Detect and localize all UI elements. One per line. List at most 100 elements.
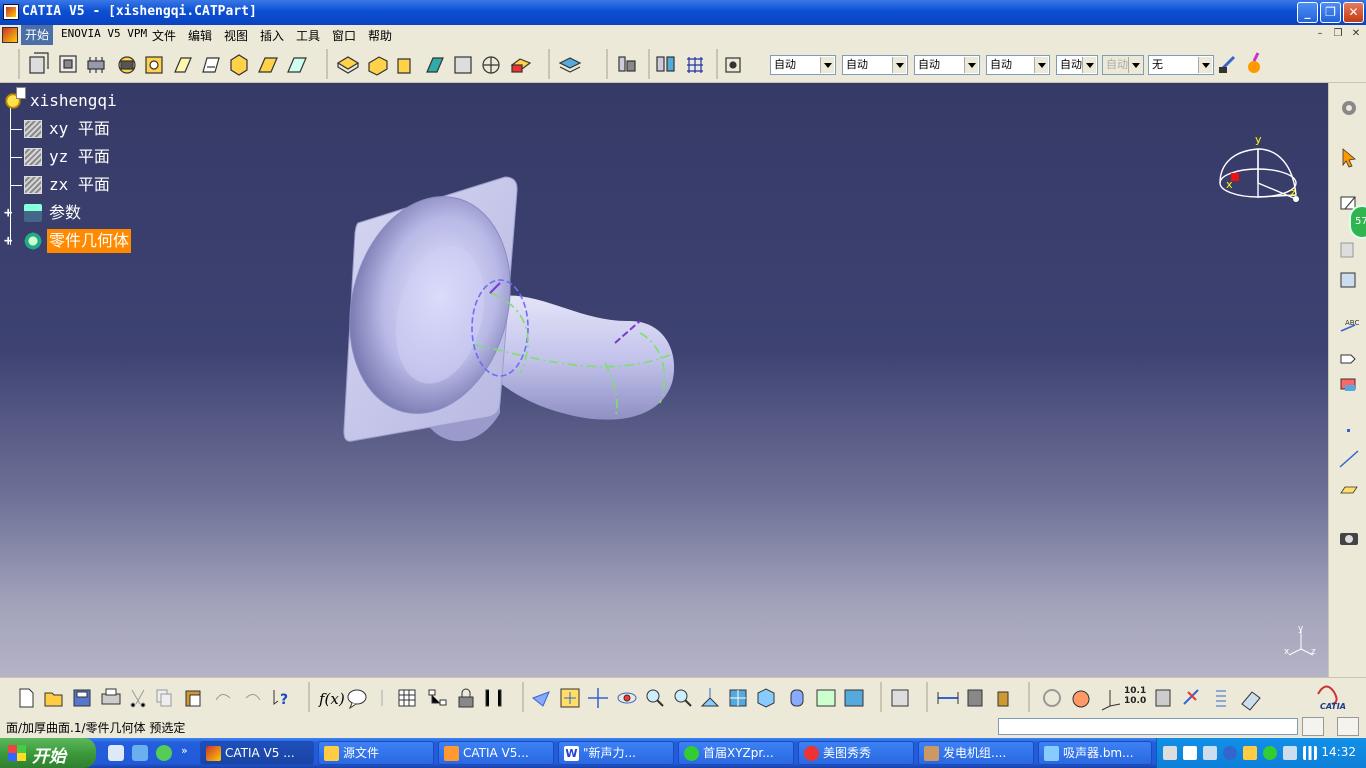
menu-enovia[interactable]: ENOVIA V5 VPM [61, 27, 147, 40]
mdi-minimize-button[interactable]: – [1313, 28, 1327, 41]
task-meitu[interactable]: 美图秀秀 [798, 741, 914, 765]
measure-icon[interactable] [1340, 378, 1356, 391]
layout-icon[interactable] [1155, 689, 1171, 707]
minimize-button[interactable]: _ [1297, 2, 1318, 23]
grid-icon[interactable] [687, 57, 703, 73]
task-word[interactable]: W "新声力... [558, 741, 674, 765]
catalog-icon[interactable] [891, 689, 909, 707]
eraser-icon[interactable] [1241, 691, 1261, 711]
shell-icon[interactable] [426, 57, 444, 73]
menu-file[interactable]: 文件 [152, 27, 176, 44]
mdi-close-button[interactable]: ✕ [1349, 28, 1363, 41]
cut-icon[interactable] [130, 689, 146, 708]
cancel-command-button[interactable] [1337, 717, 1359, 736]
pocket-icon[interactable] [59, 55, 77, 73]
plane-icon[interactable] [1340, 486, 1358, 494]
shading-icon[interactable] [790, 689, 804, 707]
task-catia-1[interactable]: CATIA V5 ... [200, 741, 314, 765]
axis-system-icon[interactable] [1340, 242, 1354, 258]
horn-flange[interactable] [328, 176, 533, 442]
fit-all-icon[interactable] [725, 57, 741, 73]
stop-command-button[interactable] [1302, 717, 1324, 736]
flag-note-icon[interactable] [1340, 354, 1356, 364]
line-type-select[interactable]: 自动 [986, 55, 1050, 75]
help-icon[interactable] [1183, 746, 1197, 760]
chevron-right-icon[interactable]: » [181, 744, 188, 757]
side-badge[interactable]: 57 [1349, 205, 1366, 239]
rib-icon[interactable] [174, 57, 192, 73]
remove-multi-section-icon[interactable] [287, 57, 307, 73]
catia-app-icon[interactable] [3, 4, 19, 20]
layer-select[interactable]: 无 [1148, 55, 1214, 75]
redo-icon[interactable] [245, 694, 261, 701]
hierarchy-icon[interactable] [428, 689, 447, 706]
menu-insert[interactable]: 插入 [260, 27, 284, 44]
stiffener-icon[interactable] [230, 54, 248, 76]
measure-between-icon[interactable] [937, 692, 959, 704]
analysis-icon[interactable] [618, 56, 636, 72]
keyboard-icon[interactable] [1163, 746, 1177, 760]
remove-face-icon[interactable] [510, 58, 532, 73]
iso-view-icon[interactable] [757, 688, 775, 708]
part-design-icon[interactable] [1340, 272, 1356, 288]
snap-icon[interactable] [656, 56, 675, 72]
menu-edit[interactable]: 编辑 [188, 27, 212, 44]
camera-icon[interactable] [1340, 533, 1358, 545]
command-input[interactable] [998, 718, 1298, 735]
slot-icon[interactable] [202, 57, 220, 73]
open-folder-icon[interactable] [44, 692, 63, 707]
network-icon[interactable] [1203, 746, 1217, 760]
paste-icon[interactable] [185, 690, 201, 707]
security-icon[interactable] [1243, 746, 1257, 760]
multi-section-icon[interactable] [258, 57, 278, 73]
start-button[interactable]: 开始 [0, 738, 96, 768]
menu-start[interactable]: 开始 [21, 25, 54, 45]
rotate-icon[interactable] [617, 692, 637, 704]
hole-icon[interactable] [145, 56, 163, 74]
part-model[interactable] [0, 83, 1328, 677]
table-icon[interactable] [398, 689, 416, 707]
multi-view-icon[interactable] [729, 689, 747, 707]
task-image[interactable]: 吸声器.bm... [1038, 741, 1152, 765]
transparency-select[interactable]: 自动 [842, 55, 908, 75]
draft-icon[interactable] [397, 58, 411, 74]
mdi-restore-button[interactable]: ❐ [1331, 28, 1345, 41]
print-icon[interactable] [101, 688, 121, 705]
color-select[interactable]: 自动 [770, 55, 836, 75]
menu-window[interactable]: 窗口 [332, 27, 356, 44]
show-desktop-icon[interactable] [108, 745, 124, 761]
axis-icon[interactable] [1101, 690, 1121, 711]
task-source-folder[interactable]: 源文件 [318, 741, 434, 765]
normal-view-icon[interactable] [700, 688, 720, 707]
graphic-properties-icon[interactable] [1248, 52, 1260, 73]
zoom-in-icon[interactable] [646, 689, 664, 707]
gear-icon[interactable] [1342, 101, 1356, 115]
fit-all-in-icon[interactable] [560, 688, 580, 708]
list-brackets-icon[interactable] [485, 689, 502, 707]
undo-icon[interactable] [215, 694, 231, 701]
menu-view[interactable]: 视图 [224, 27, 248, 44]
pan-icon[interactable] [588, 688, 608, 708]
task-generator[interactable]: 发电机组.... [918, 741, 1034, 765]
groove-icon[interactable] [118, 56, 136, 74]
copy-format-icon[interactable] [1218, 55, 1236, 73]
fly-mode-icon[interactable] [532, 691, 550, 707]
measure-inertia-icon[interactable] [997, 691, 1009, 707]
list-icon[interactable] [1216, 690, 1226, 707]
compass-widget[interactable] [1219, 148, 1299, 202]
chat-icon[interactable] [156, 745, 172, 761]
task-catia-2[interactable]: CATIA V5... [438, 741, 554, 765]
chamfer-icon[interactable] [368, 56, 388, 76]
menu-help[interactable]: 帮助 [368, 27, 392, 44]
hide-show-icon[interactable] [816, 689, 836, 707]
thickness-icon[interactable] [454, 56, 472, 74]
chevron-left-icon[interactable] [1223, 746, 1237, 760]
line-thickness-select[interactable]: 自动 [914, 55, 980, 75]
layers-icon[interactable] [558, 57, 582, 73]
save-icon[interactable] [73, 689, 91, 707]
document-icon[interactable] [2, 27, 18, 43]
signal-icon[interactable] [1303, 746, 1317, 760]
clock[interactable]: 14:32 [1321, 745, 1356, 759]
restore-button[interactable]: ❐ [1320, 2, 1341, 23]
hand-icon[interactable] [1072, 690, 1090, 708]
